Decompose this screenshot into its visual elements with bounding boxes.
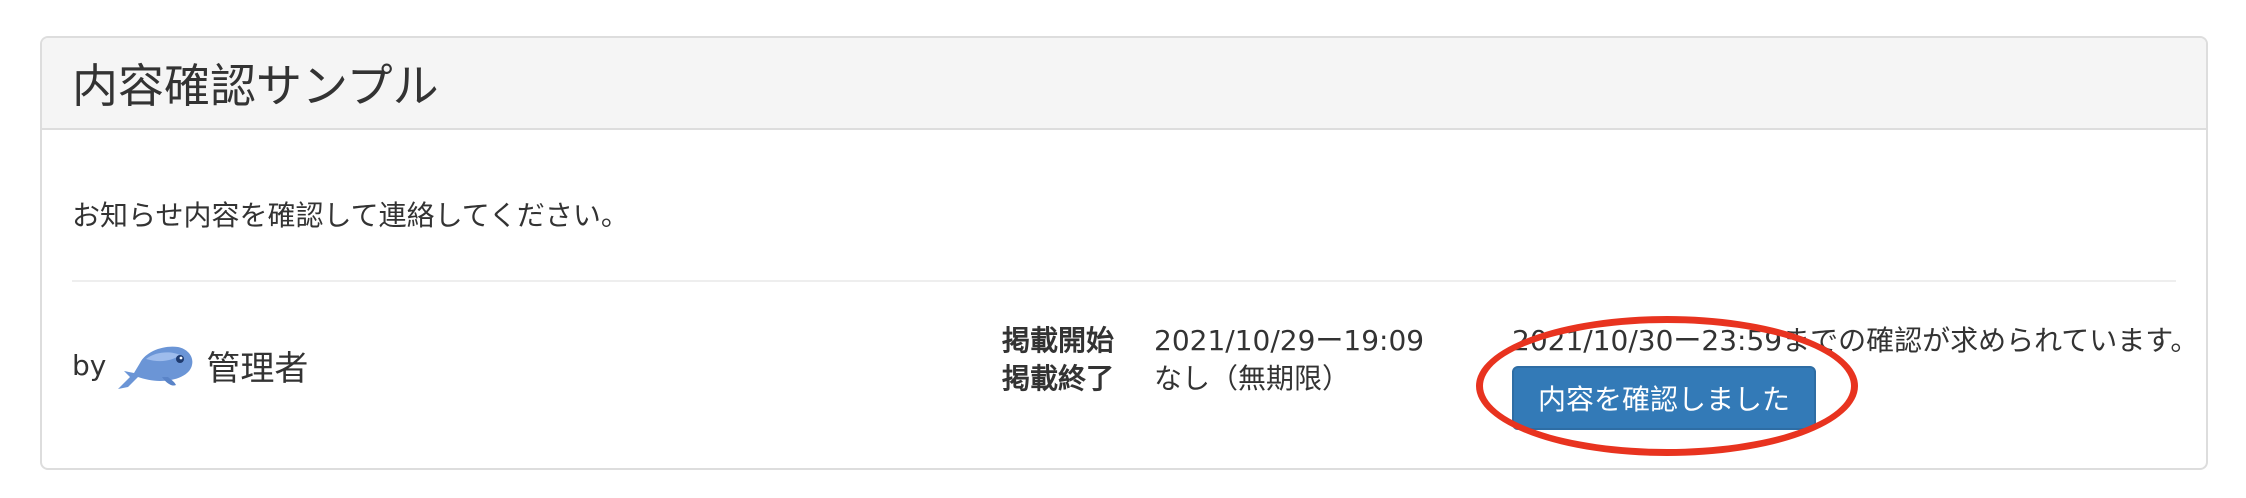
confirm-button[interactable]: 内容を確認しました [1512, 366, 1816, 430]
posting-period: 掲載開始 2021/10/29ー19:09 掲載終了 なし（無期限） [1002, 322, 1424, 398]
panel-title: 内容確認サンプル [72, 59, 439, 113]
deadline-text: 2021/10/30ー23:59までの確認が求められています。 [1512, 324, 2199, 357]
start-value: 2021/10/29ー19:09 [1154, 324, 1425, 357]
end-row: 掲載終了 なし（無期限） [1002, 360, 1424, 398]
divider [72, 280, 2176, 282]
author-name: 管理者 [206, 348, 309, 389]
panel-heading: 内容確認サンプル [42, 38, 2206, 130]
notice-panel: 内容確認サンプル お知らせ内容を確認して連絡してください。 by 管理者 掲載開… [40, 36, 2208, 470]
start-label: 掲載開始 [1002, 324, 1115, 357]
notice-message: お知らせ内容を確認して連絡してください。 [72, 199, 629, 232]
author-info: by 管理者 [72, 330, 308, 400]
fish-icon [116, 333, 196, 397]
by-label: by [72, 348, 107, 382]
end-value: なし（無期限） [1154, 362, 1351, 395]
confirmation-area: 2021/10/30ー23:59までの確認が求められています。 内容を確認しまし… [1512, 322, 2199, 462]
start-row: 掲載開始 2021/10/29ー19:09 [1002, 322, 1424, 360]
notice-footer: by 管理者 掲載開始 2021/10/29ー19:09 掲載終了 なし（無期限… [42, 300, 2206, 440]
end-label: 掲載終了 [1002, 362, 1115, 395]
